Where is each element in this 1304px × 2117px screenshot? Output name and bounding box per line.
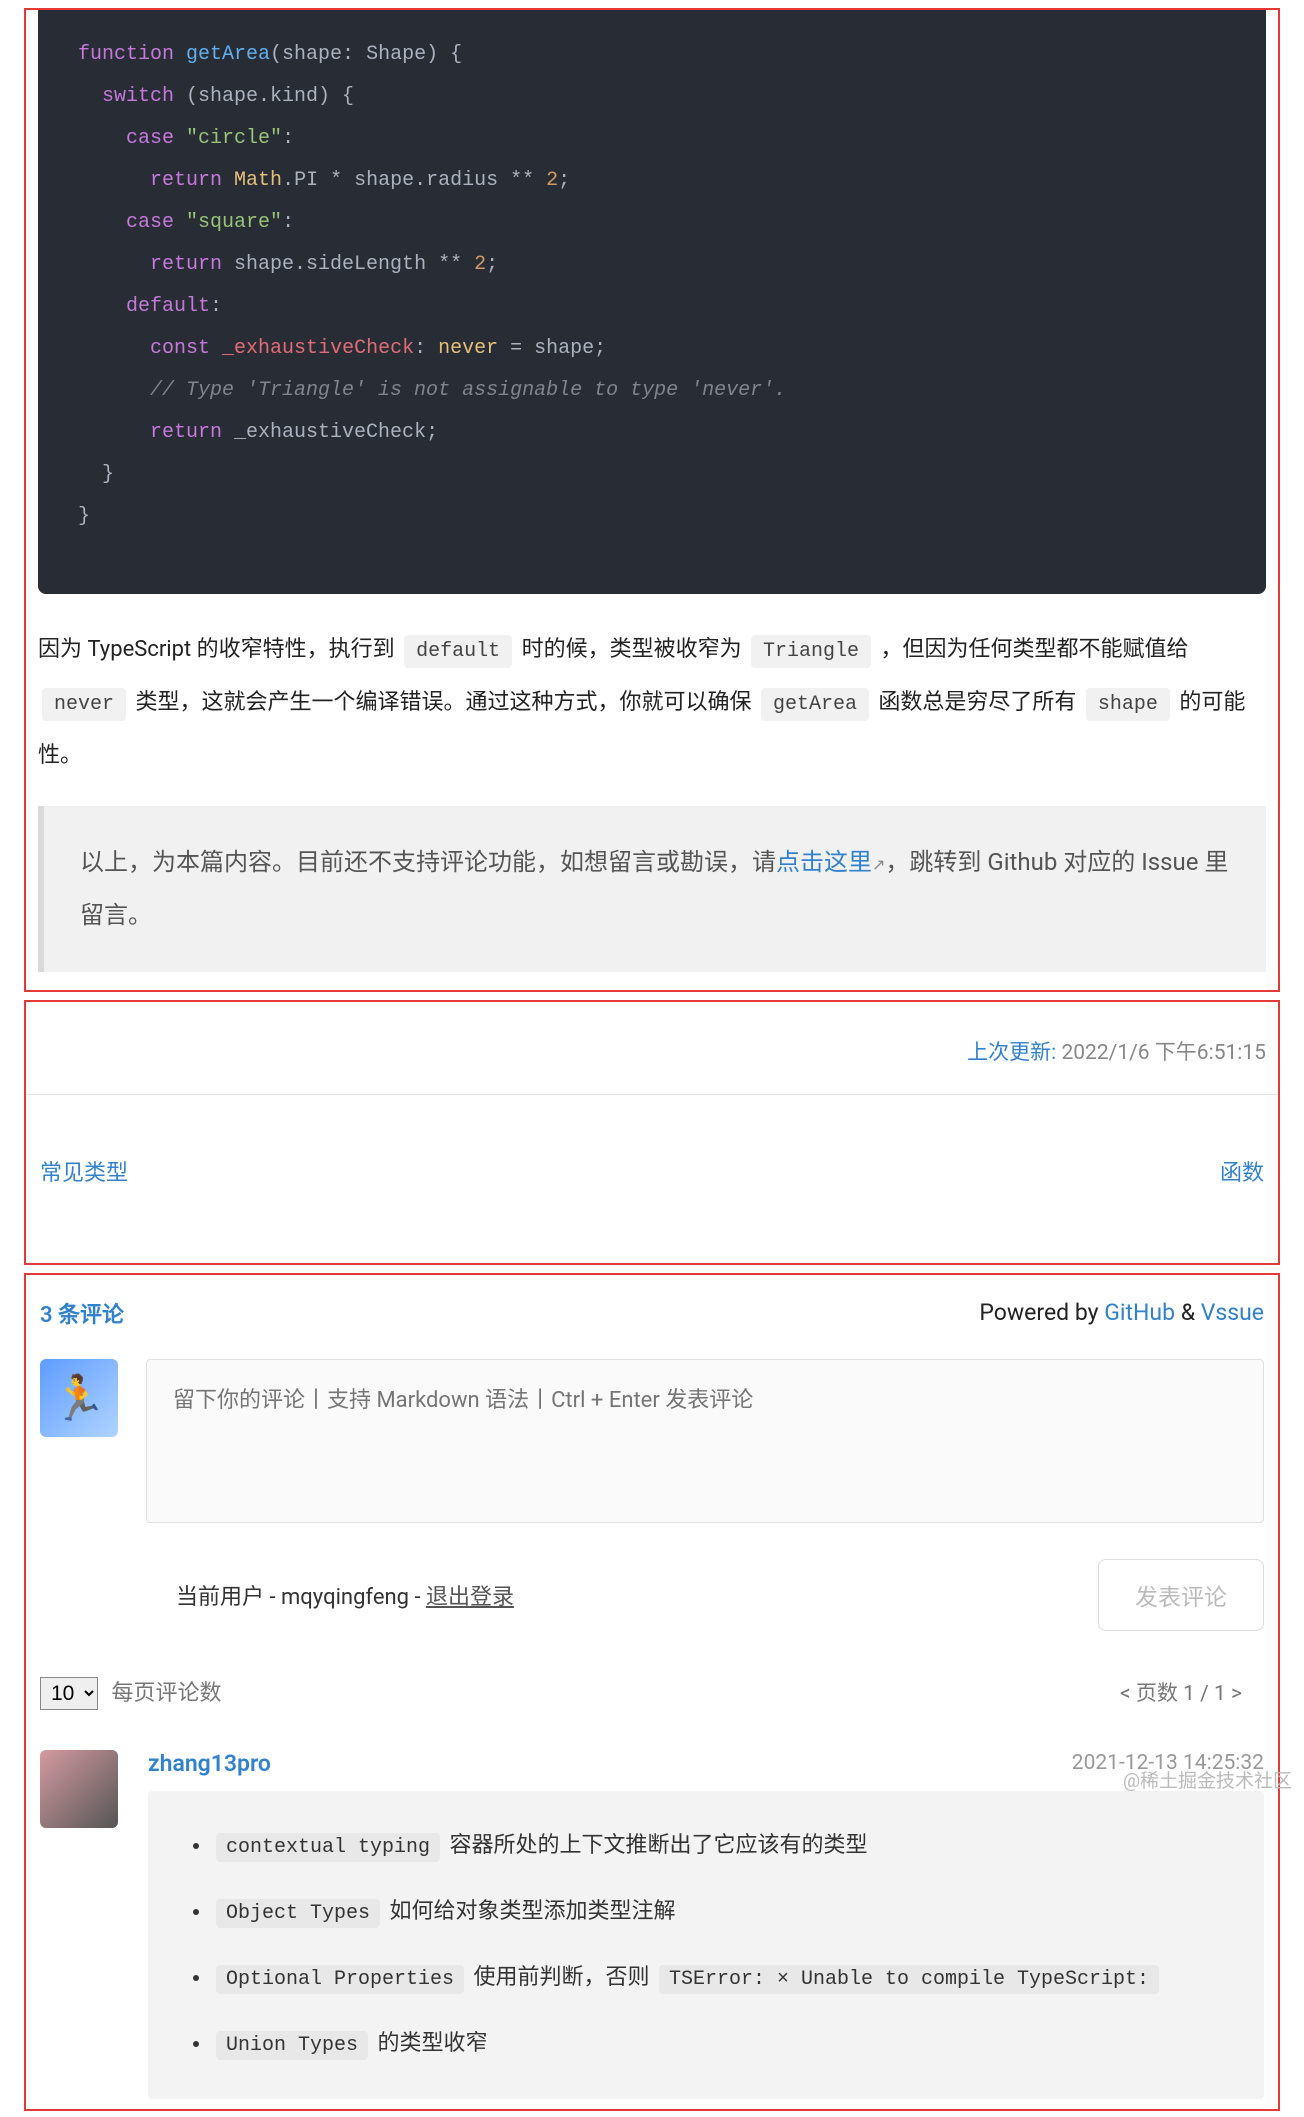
comment-bullet: Object Types 如何给对象类型添加类型注解: [212, 1879, 1236, 1945]
comment-compose: 🏃: [26, 1343, 1278, 1531]
inline-code-triangle: Triangle: [751, 635, 871, 668]
vssue-link[interactable]: Vssue: [1201, 1299, 1264, 1326]
perpage-select[interactable]: 10: [40, 1677, 98, 1710]
next-link[interactable]: 函数: [1220, 1155, 1264, 1187]
last-updated: 上次更新: 2022/1/6 下午6:51:15: [26, 1002, 1278, 1095]
last-updated-label: 上次更新:: [967, 1041, 1061, 1065]
comment-author[interactable]: zhang13pro: [148, 1750, 271, 1777]
github-issue-link[interactable]: 点击这里↗: [776, 848, 885, 876]
last-updated-value: 2022/1/6 下午6:51:15: [1061, 1041, 1266, 1065]
powered-by: Powered by GitHub & Vssue: [979, 1299, 1264, 1326]
inline-code-default: default: [404, 635, 512, 668]
comment-input[interactable]: [146, 1359, 1264, 1523]
pagination-row: 10 每页评论数 < 页数 1 / 1 >: [26, 1645, 1278, 1722]
submit-comment-button[interactable]: 发表评论: [1098, 1559, 1264, 1631]
comment-item: zhang13pro 2021-12-13 14:25:32 contextua…: [26, 1722, 1278, 2103]
comment-header: zhang13pro 2021-12-13 14:25:32: [148, 1750, 1264, 1791]
logout-link[interactable]: 退出登录: [426, 1585, 514, 1610]
perpage-label: 每页评论数: [111, 1681, 221, 1706]
code-block: function getArea(shape: Shape) { switch …: [38, 10, 1266, 594]
comment-content: contextual typing 容器所处的上下文推断出了它应该有的类型 Ob…: [148, 1791, 1264, 2099]
article-paragraph: 因为 TypeScript 的收窄特性，执行到 default 时的候，类型被收…: [26, 618, 1278, 806]
article-panel: function getArea(shape: Shape) { switch …: [24, 8, 1280, 992]
current-user-info: 当前用户 - mqyqingfeng - 退出登录: [176, 1579, 514, 1611]
current-username: mqyqingfeng: [281, 1585, 409, 1610]
prev-link[interactable]: 常见类型: [40, 1155, 128, 1187]
current-user-avatar: 🏃: [40, 1359, 118, 1437]
comments-count: 3 条评论: [40, 1297, 124, 1329]
comment-bullet: contextual typing 容器所处的上下文推断出了它应该有的类型: [212, 1813, 1236, 1879]
meta-nav-panel: 上次更新: 2022/1/6 下午6:51:15 常见类型 函数: [24, 1000, 1280, 1265]
comment-bullet: Optional Properties 使用前判断，否则 TSError: × …: [212, 1945, 1236, 2011]
inline-code-shape: shape: [1086, 688, 1170, 721]
inline-code-getarea: getArea: [761, 688, 869, 721]
comments-panel: 3 条评论 Powered by GitHub & Vssue 🏃 当前用户 -…: [24, 1273, 1280, 2111]
kw-switch: switch: [102, 85, 174, 108]
watermark: @稀土掘金技术社区: [1123, 1766, 1292, 1793]
github-link[interactable]: GitHub: [1104, 1299, 1175, 1326]
prev-next-nav: 常见类型 函数: [26, 1095, 1278, 1263]
fn-name: getArea: [186, 43, 270, 66]
comments-header: 3 条评论 Powered by GitHub & Vssue: [26, 1275, 1278, 1343]
external-link-icon: ↗: [872, 855, 885, 874]
compose-footer: 当前用户 - mqyqingfeng - 退出登录 发表评论: [26, 1531, 1278, 1645]
blockquote-note: 以上，为本篇内容。目前还不支持评论功能，如想留言或勘误，请点击这里↗，跳转到 G…: [38, 806, 1266, 972]
pager[interactable]: < 页数 1 / 1 >: [1120, 1677, 1242, 1707]
inline-code-never: never: [42, 688, 126, 721]
kw-function: function: [78, 43, 174, 66]
comment-bullet: Union Types 的类型收窄: [212, 2011, 1236, 2077]
commenter-avatar: [40, 1750, 118, 1828]
